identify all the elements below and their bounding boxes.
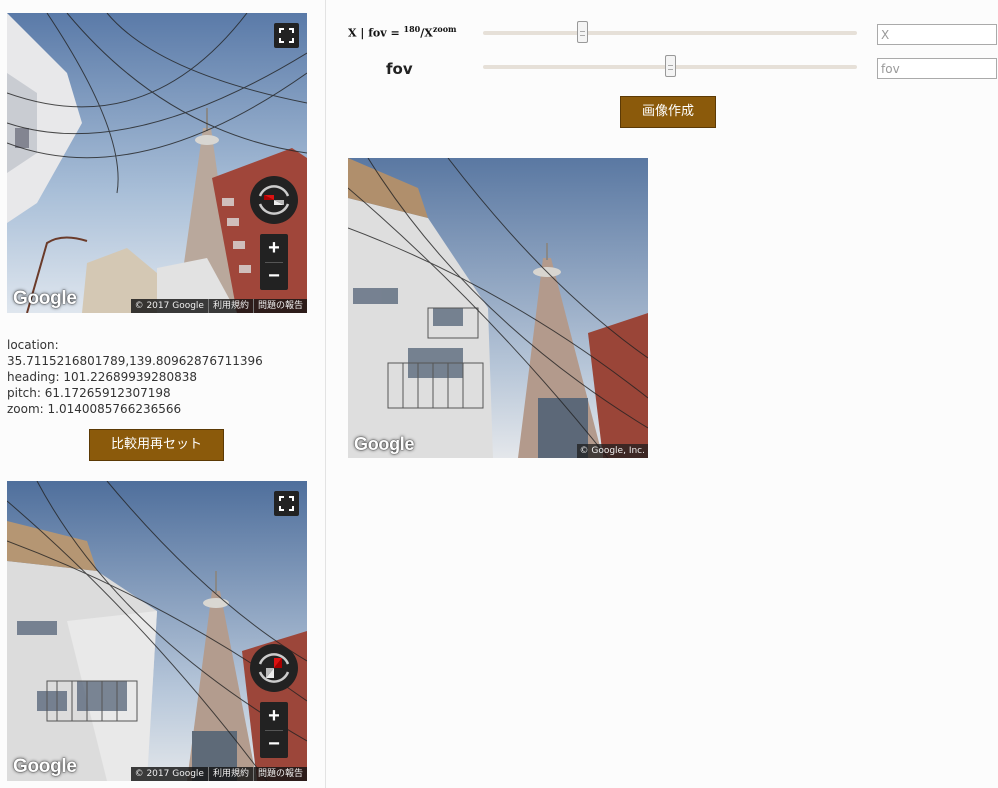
google-logo: Google: [13, 288, 77, 309]
fov-slider-thumb[interactable]: [664, 55, 676, 77]
x-slider[interactable]: [483, 21, 857, 43]
heading-text: heading: 101.22689939280838: [7, 370, 197, 384]
static-street-image: [348, 158, 648, 458]
zoom-divider: [265, 262, 283, 263]
static-attribution: © Google, Inc.: [576, 444, 648, 458]
copyright-text: © 2017 Google: [134, 301, 204, 311]
reset-compare-button[interactable]: 比較用再セット: [89, 429, 224, 461]
street-view-panorama-top[interactable]: + − Google © 2017 Google 利用規約 問題の報告: [7, 13, 307, 313]
attribution-bar: © 2017 Google 利用規約 問題の報告: [130, 299, 307, 313]
x-formula-numerator: 180: [403, 24, 421, 34]
fullscreen-button[interactable]: [274, 23, 299, 48]
report-problem-link[interactable]: 問題の報告: [252, 299, 307, 313]
zoom-control: + −: [260, 702, 288, 758]
pitch-text: pitch: 61.17265912307198: [7, 386, 171, 400]
x-formula-prefix: X | fov =: [348, 26, 404, 40]
street-view-panorama-bottom[interactable]: + − Google © 2017 Google 利用規約 問題の報告: [7, 481, 307, 781]
attribution-bar: © 2017 Google 利用規約 問題の報告: [130, 767, 307, 781]
fov-slider[interactable]: [483, 55, 857, 77]
position-info: location: 35.7115216801789,139.809628767…: [7, 337, 263, 417]
report-problem-link[interactable]: 問題の報告: [252, 767, 307, 781]
location-value: 35.7115216801789,139.80962876711396: [7, 354, 263, 368]
compass-control[interactable]: [250, 176, 298, 224]
x-formula-exponent: zoom: [432, 24, 457, 34]
generated-static-image: Google © Google, Inc.: [348, 158, 648, 458]
fov-label: fov: [386, 60, 413, 78]
fov-input[interactable]: [877, 58, 997, 79]
zoom-out-button[interactable]: −: [260, 262, 288, 290]
x-input[interactable]: [877, 24, 997, 45]
zoom-in-button[interactable]: +: [260, 702, 288, 730]
zoom-control: + −: [260, 234, 288, 290]
zoom-out-button[interactable]: −: [260, 730, 288, 758]
x-formula-label: X | fov = 180/Xzoom: [348, 24, 457, 40]
zoom-divider: [265, 730, 283, 731]
compass-icon: [258, 185, 290, 215]
location-label: location:: [7, 338, 59, 352]
fullscreen-button[interactable]: [274, 491, 299, 516]
left-panel: + − Google © 2017 Google 利用規約 問題の報告 loca…: [0, 0, 326, 788]
terms-link[interactable]: 利用規約: [207, 767, 253, 781]
google-logo: Google: [13, 756, 77, 777]
create-image-button[interactable]: 画像作成: [620, 96, 716, 128]
compass-icon: [258, 653, 290, 683]
compass-control[interactable]: [250, 644, 298, 692]
fullscreen-icon: [279, 28, 294, 43]
google-logo: Google: [354, 434, 415, 454]
zoom-text: zoom: 1.0140085766236566: [7, 402, 182, 416]
x-formula-base: X: [424, 26, 433, 40]
fullscreen-icon: [279, 496, 294, 511]
zoom-in-button[interactable]: +: [260, 234, 288, 262]
terms-link[interactable]: 利用規約: [207, 299, 253, 313]
copyright-text: © 2017 Google: [134, 769, 204, 779]
x-slider-thumb[interactable]: [577, 21, 589, 43]
